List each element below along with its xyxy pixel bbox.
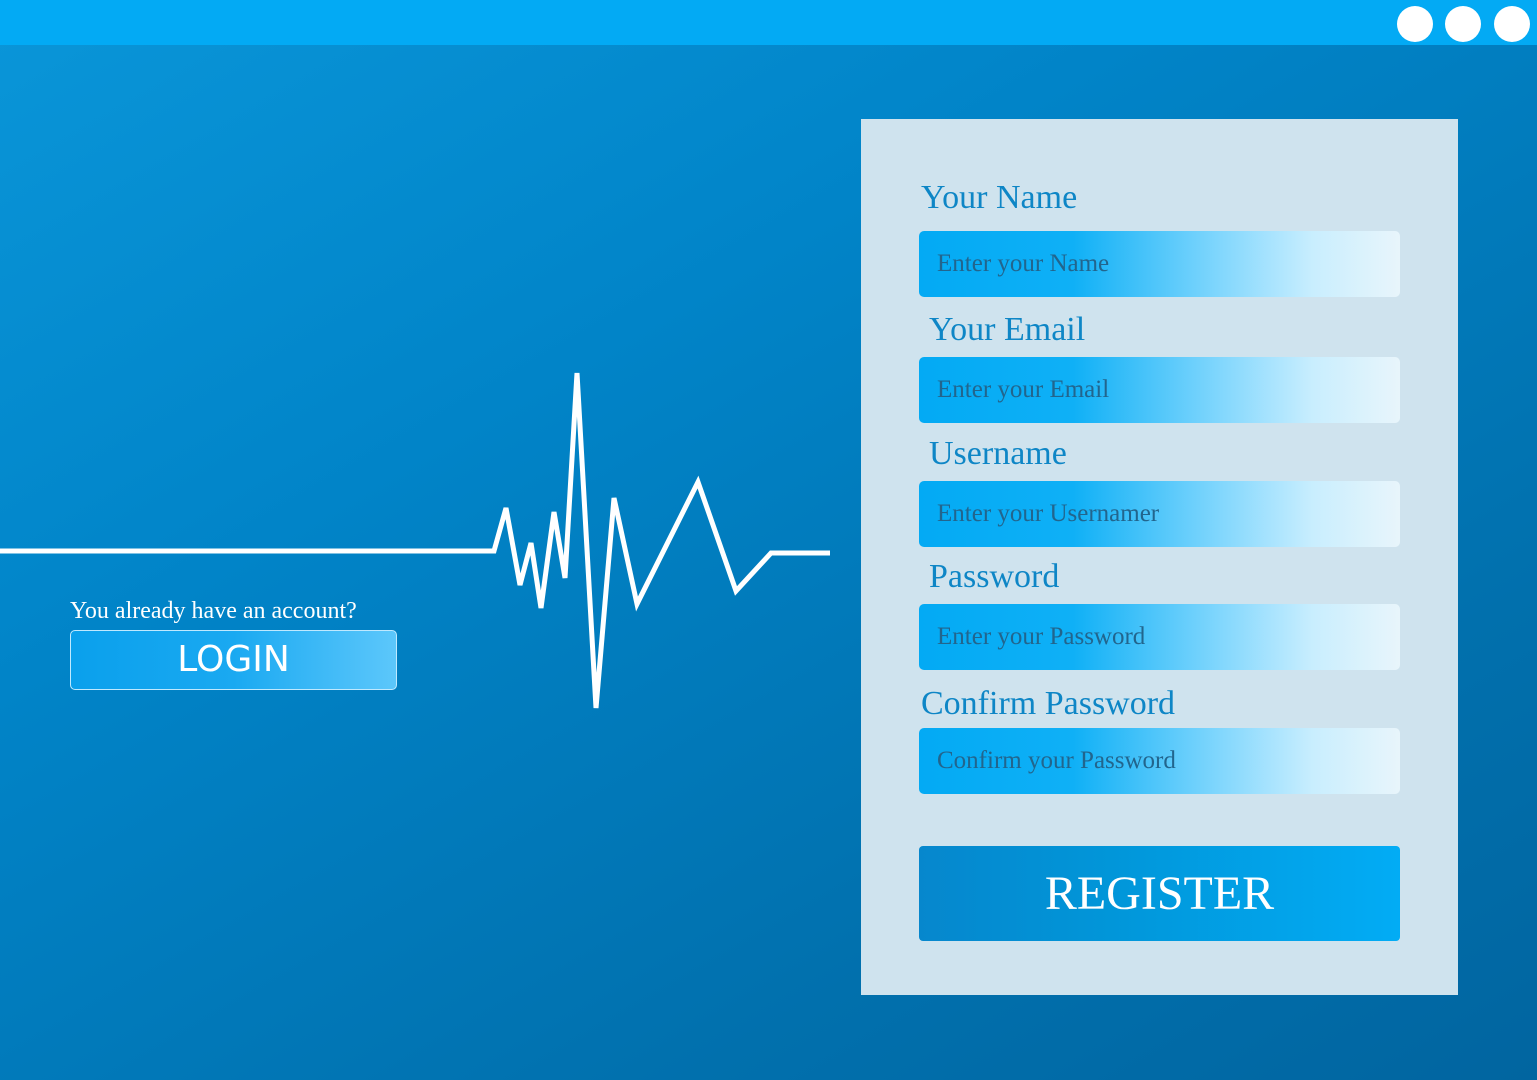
- password-label: Password: [929, 558, 1060, 595]
- register-button[interactable]: REGISTER: [919, 846, 1400, 941]
- login-button[interactable]: LOGIN: [70, 630, 397, 690]
- username-input[interactable]: [919, 481, 1400, 547]
- name-label: Your Name: [921, 179, 1078, 216]
- confirm-password-label: Confirm Password: [921, 685, 1176, 722]
- confirm-password-input[interactable]: [919, 728, 1400, 794]
- email-input[interactable]: [919, 357, 1400, 423]
- email-label: Your Email: [929, 311, 1086, 348]
- register-panel: Your Name Your Email Username Password C…: [861, 119, 1458, 995]
- title-bar: [0, 0, 1537, 45]
- window-control-3[interactable]: [1494, 6, 1530, 42]
- window-control-1[interactable]: [1397, 6, 1433, 42]
- window-control-2[interactable]: [1445, 6, 1481, 42]
- account-question: You already have an account?: [70, 598, 357, 624]
- username-label: Username: [929, 435, 1067, 472]
- name-input[interactable]: [919, 231, 1400, 297]
- password-input[interactable]: [919, 604, 1400, 670]
